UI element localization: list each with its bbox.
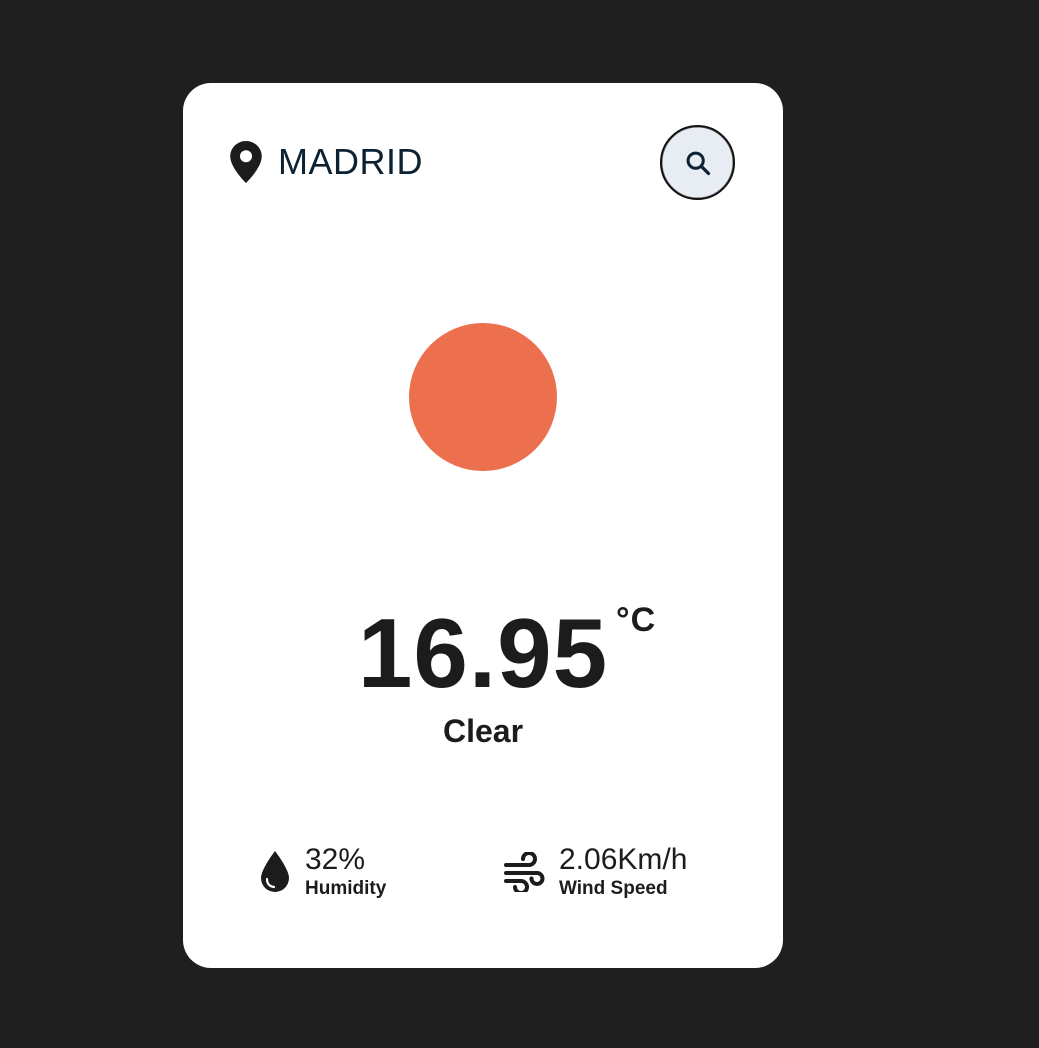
temperature-block: 16.95 °C	[183, 598, 783, 708]
search-icon	[686, 151, 710, 175]
search-button[interactable]	[660, 125, 735, 200]
humidity-texts: 32% Humidity	[305, 843, 386, 901]
wind-speed-label: Wind Speed	[559, 878, 668, 899]
humidity-detail: 32% Humidity	[259, 843, 386, 901]
wind-detail: 2.06Km/h Wind Speed	[503, 843, 687, 901]
location-header: MADRID	[229, 141, 423, 183]
temperature-number: 16.95	[357, 598, 609, 708]
weather-condition: Clear	[442, 713, 524, 749]
humidity-value: 32%	[305, 843, 366, 876]
weather-card: MADRID 16.95 °C Clear 32% Humidity 2.06K…	[183, 83, 783, 968]
map-pin-icon	[230, 141, 262, 183]
water-drop-icon	[261, 851, 289, 892]
wind-speed-value: 2.06Km/h	[559, 843, 688, 876]
humidity-label: Humidity	[305, 878, 387, 899]
temperature-value: 16.95 °C	[357, 598, 655, 708]
wind-icon	[504, 852, 545, 892]
sun-icon	[409, 323, 557, 471]
wind-texts: 2.06Km/h Wind Speed	[559, 843, 687, 901]
temperature-unit: °C	[615, 601, 657, 639]
city-name: MADRID	[278, 141, 423, 182]
